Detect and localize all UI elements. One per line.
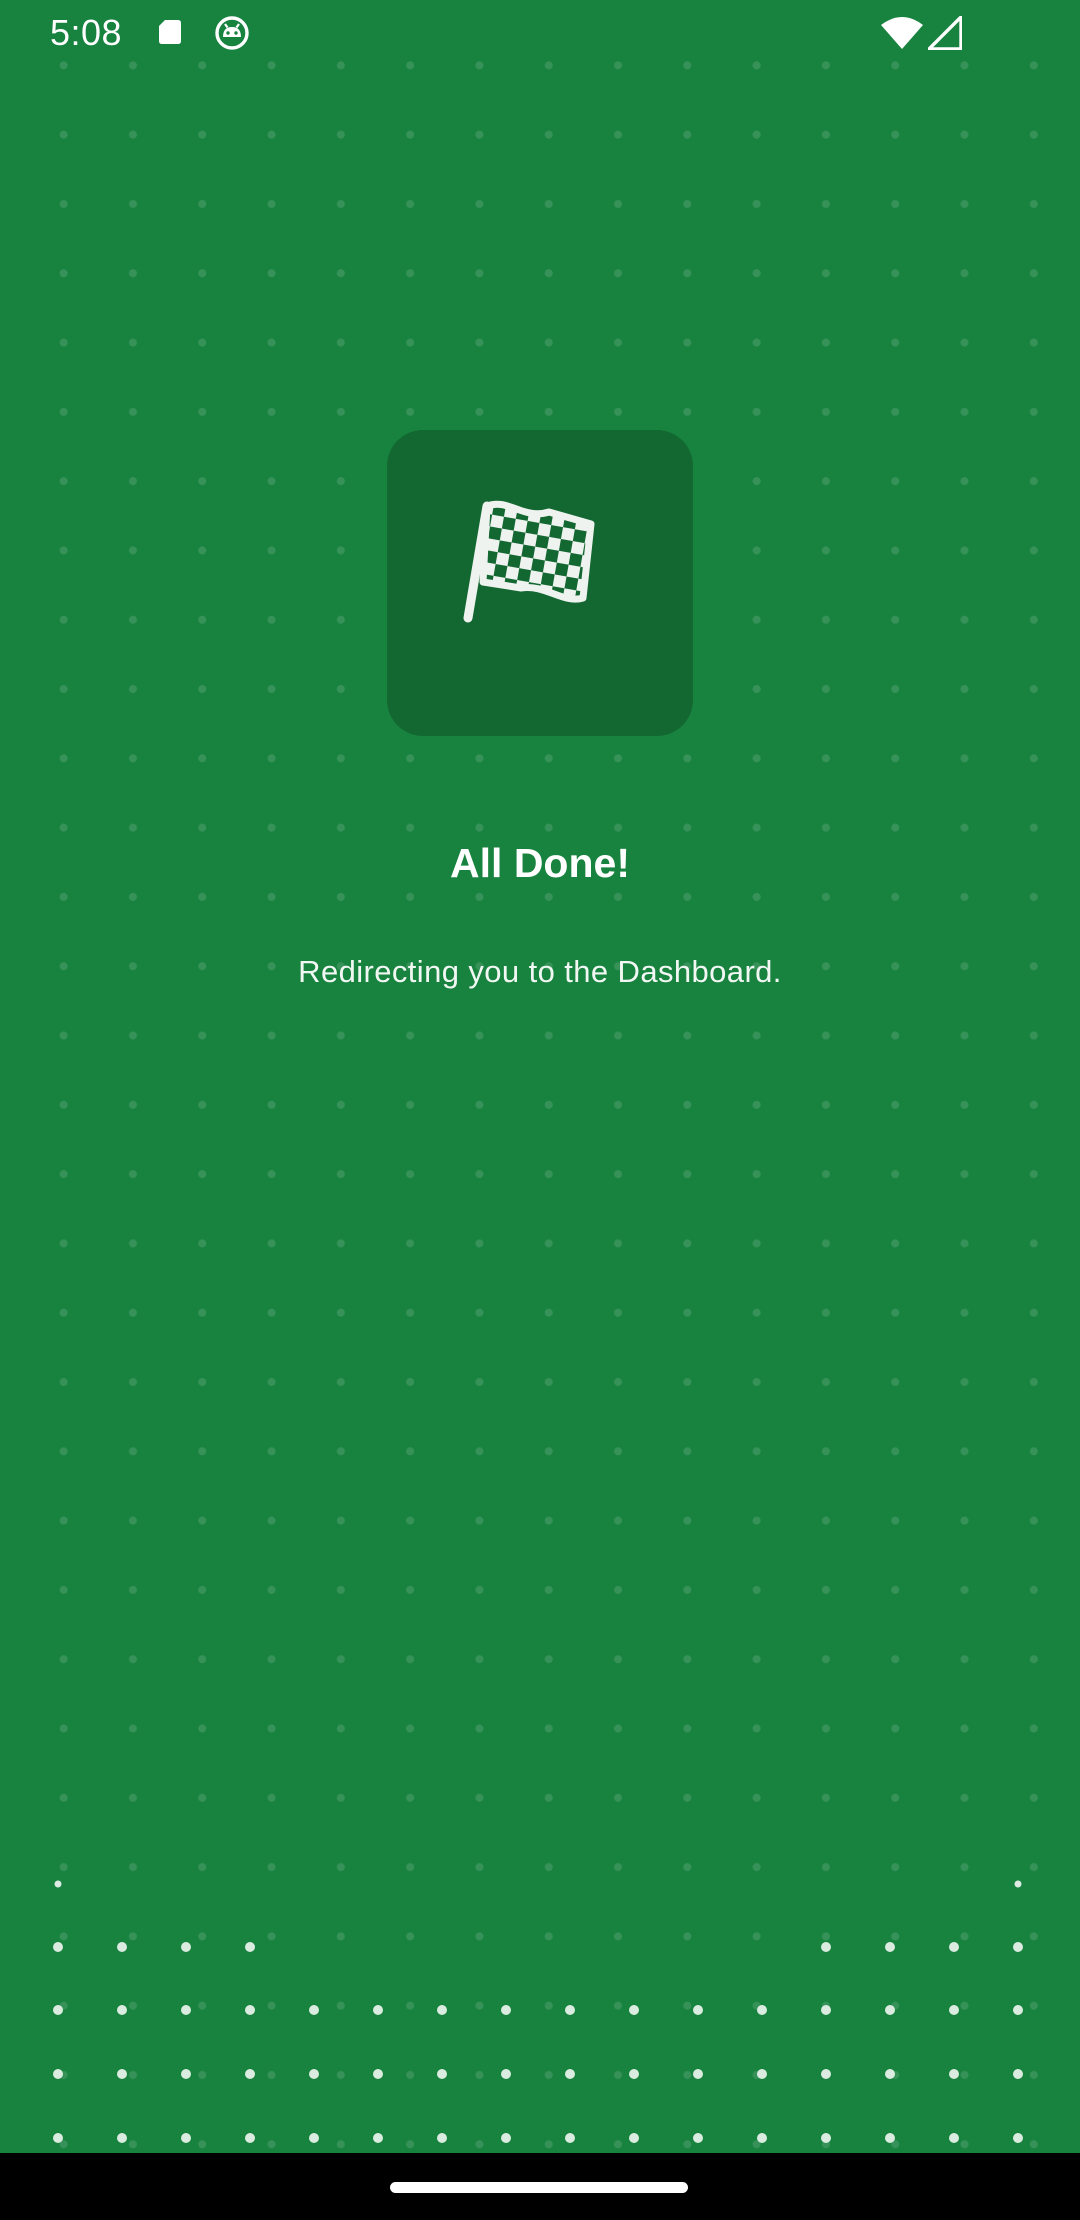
grid-dot [117, 2069, 127, 2079]
grid-dot [629, 2069, 639, 2079]
grid-dot [181, 2133, 191, 2143]
grid-dot [693, 2133, 703, 2143]
grid-dot [373, 2069, 383, 2079]
redirect-message: Redirecting you to the Dashboard. [298, 954, 782, 989]
grid-dot [501, 2133, 511, 2143]
grid-dot [245, 2069, 255, 2079]
grid-dot [181, 2069, 191, 2079]
grid-dot [53, 1942, 63, 1952]
grid-dot [373, 2133, 383, 2143]
grid-dot [1013, 2005, 1023, 2015]
grid-dot [757, 2069, 767, 2079]
checkered-flag-icon [463, 500, 595, 623]
grid-dot [373, 2005, 383, 2015]
grid-dot [565, 2005, 575, 2015]
status-time: 5:08 [50, 12, 123, 53]
grid-dot [309, 2005, 319, 2015]
grid-dot [821, 1942, 831, 1952]
grid-dot [693, 2005, 703, 2015]
grid-dot [245, 1942, 255, 1952]
grid-dot [629, 2133, 639, 2143]
grid-dot [1013, 2069, 1023, 2079]
grid-dot [885, 2133, 895, 2143]
grid-dot [1014, 1880, 1022, 1888]
completion-screen: 5:08 All Done! Redirecting you to the Da… [0, 0, 1080, 2220]
grid-dot [245, 2005, 255, 2015]
grid-dot [501, 2005, 511, 2015]
grid-dot [117, 2133, 127, 2143]
grid-dot [53, 2069, 63, 2079]
grid-dot [949, 2069, 959, 2079]
grid-dot [885, 2005, 895, 2015]
home-gesture-handle[interactable] [390, 2182, 688, 2193]
grid-dot [629, 2005, 639, 2015]
grid-dot [54, 1880, 62, 1888]
grid-dot [53, 2005, 63, 2015]
grid-dot [501, 2069, 511, 2079]
grid-dot [821, 2133, 831, 2143]
grid-dot [1013, 1942, 1023, 1952]
grid-dot [53, 2133, 63, 2143]
grid-dot [949, 2133, 959, 2143]
grid-dot [245, 2133, 255, 2143]
grid-dot [309, 2133, 319, 2143]
grid-dot [117, 2005, 127, 2015]
grid-dot [757, 2005, 767, 2015]
decorative-dot-grid [53, 1880, 1023, 2143]
sd-card-icon [159, 20, 181, 44]
checkered-flag-badge [387, 430, 693, 736]
grid-dot [117, 1942, 127, 1952]
grid-dot [565, 2069, 575, 2079]
signal-icon [928, 16, 962, 50]
grid-dot [1013, 2133, 1023, 2143]
grid-dot [309, 2069, 319, 2079]
grid-dot [885, 2069, 895, 2079]
android-robot-icon [215, 16, 249, 50]
status-bar: 5:08 [0, 0, 1080, 66]
completion-title: All Done! [450, 840, 630, 886]
grid-dot [949, 1942, 959, 1952]
navigation-bar [0, 2153, 1080, 2220]
grid-dot [821, 2005, 831, 2015]
grid-dot [693, 2069, 703, 2079]
grid-dot [821, 2069, 831, 2079]
grid-dot [181, 2005, 191, 2015]
wifi-icon [881, 17, 923, 49]
grid-dot [757, 2133, 767, 2143]
grid-dot [181, 1942, 191, 1952]
grid-dot [437, 2133, 447, 2143]
grid-dot [949, 2005, 959, 2015]
grid-dot [437, 2069, 447, 2079]
grid-dot [437, 2005, 447, 2015]
grid-dot [565, 2133, 575, 2143]
grid-dot [885, 1942, 895, 1952]
